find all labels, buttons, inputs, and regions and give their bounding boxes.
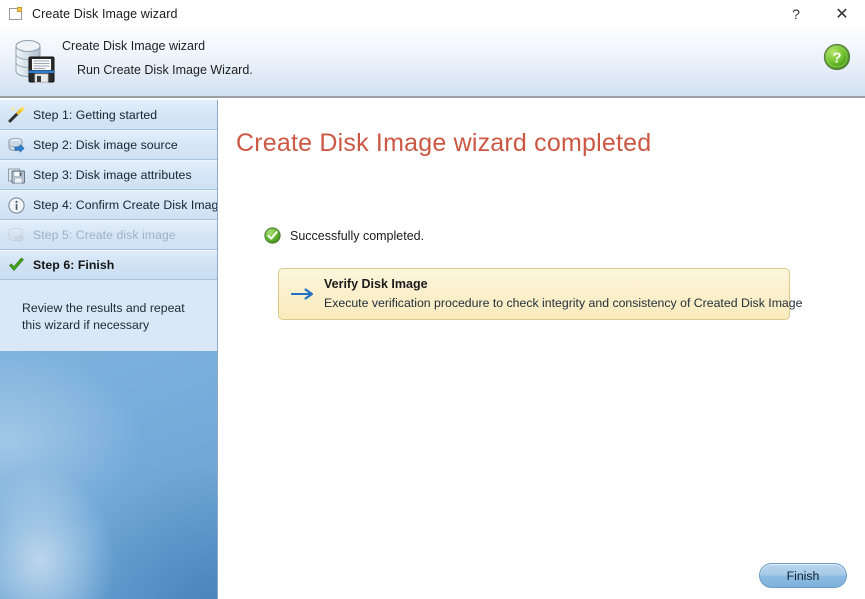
floppy-save-icon (7, 166, 26, 185)
close-button[interactable]: ✕ (819, 0, 865, 27)
sidebar-step-1-label: Step 1: Getting started (33, 108, 157, 122)
sidebar-step-1[interactable]: Step 1: Getting started (0, 100, 217, 130)
sidebar-step-5-label: Step 5: Create disk image (33, 228, 176, 242)
window-document-icon (8, 6, 24, 22)
sidebar-step-6[interactable]: Step 6: Finish (0, 250, 217, 280)
disk-stack-arrow-icon (7, 136, 26, 155)
sidebar-step-2-label: Step 2: Disk image source (33, 138, 178, 152)
sidebar-step-2[interactable]: Step 2: Disk image source (0, 130, 217, 160)
header-banner: Create Disk Image wizard Run Create Disk… (0, 27, 865, 98)
help-button[interactable]: ? (773, 0, 819, 27)
banner-text-group: Create Disk Image wizard Run Create Disk… (62, 39, 253, 77)
banner-subtitle: Run Create Disk Image Wizard. (77, 63, 253, 77)
title-bar: Create Disk Image wizard ? ✕ (0, 0, 865, 27)
sidebar-step-3-label: Step 3: Disk image attributes (33, 168, 192, 182)
verify-disk-image-action[interactable]: Verify Disk Image Execute verification p… (278, 268, 790, 320)
sidebar-step-3[interactable]: Step 3: Disk image attributes (0, 160, 217, 190)
sidebar-step-6-label: Step 6: Finish (33, 258, 114, 272)
info-circle-icon (7, 196, 26, 215)
sidebar-note: Review the results and repeat this wizar… (0, 280, 217, 334)
sidebar-decorative-image (0, 351, 217, 599)
window-title: Create Disk Image wizard (32, 7, 178, 21)
green-question-help-icon[interactable]: ? (823, 43, 851, 71)
green-check-circle-icon (264, 227, 281, 244)
steps-list: Step 1: Getting started Step 2: Disk ima… (0, 100, 217, 280)
magic-wand-icon (7, 105, 26, 124)
green-check-icon (7, 256, 26, 275)
window-controls: ? ✕ (773, 0, 865, 27)
verify-disk-image-title: Verify Disk Image (324, 277, 802, 293)
sidebar-step-5: Step 5: Create disk image (0, 220, 217, 250)
sidebar-step-4-label: Step 4: Confirm Create Disk Image (33, 198, 218, 212)
create-disk-image-wizard-window: Create Disk Image wizard ? ✕ (0, 0, 865, 599)
status-row: Successfully completed. (264, 227, 424, 244)
disk-stack-gray-icon (7, 226, 26, 245)
verify-disk-image-description: Execute verification procedure to check … (324, 296, 802, 311)
svg-text:?: ? (832, 49, 841, 66)
database-floppy-icon (12, 37, 60, 85)
banner-title: Create Disk Image wizard (62, 39, 253, 53)
main-content-panel: Create Disk Image wizard completed Succe… (219, 100, 865, 599)
blue-right-arrow-icon (291, 287, 315, 301)
sidebar-step-4[interactable]: Step 4: Confirm Create Disk Image (0, 190, 217, 220)
verify-disk-image-texts: Verify Disk Image Execute verification p… (324, 277, 802, 311)
finish-button[interactable]: Finish (759, 563, 847, 588)
wizard-steps-sidebar: Step 1: Getting started Step 2: Disk ima… (0, 100, 218, 599)
page-title: Create Disk Image wizard completed (236, 129, 651, 158)
status-text: Successfully completed. (290, 229, 424, 243)
